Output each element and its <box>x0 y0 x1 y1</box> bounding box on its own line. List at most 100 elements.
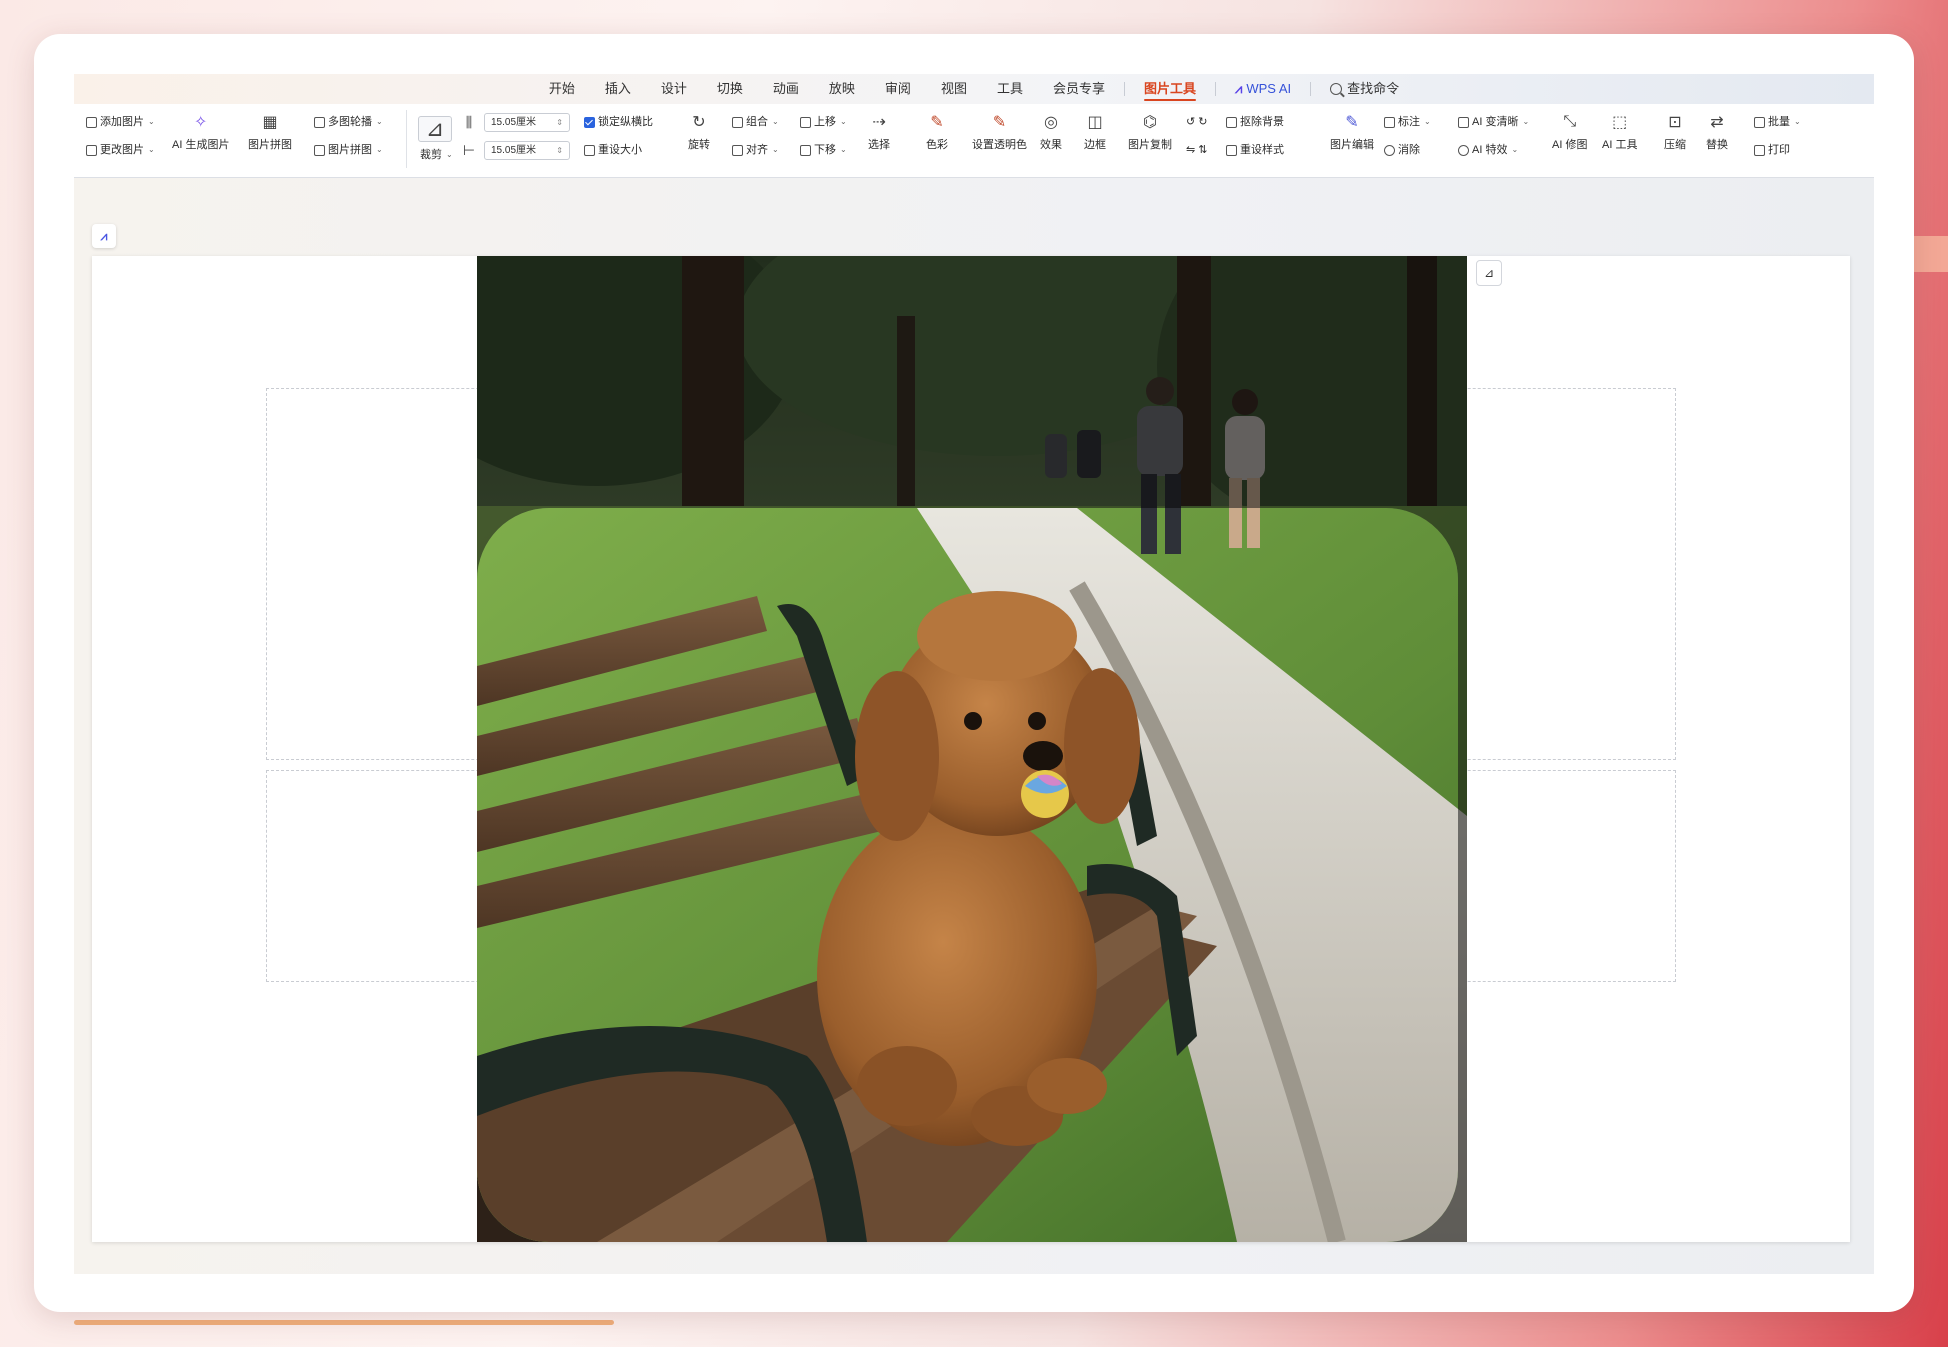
slide[interactable]: ⊿ <box>92 256 1850 1242</box>
spinner-icon[interactable]: ⇕ <box>556 142 563 159</box>
effects-label: 效果 <box>1040 139 1062 151</box>
print-button[interactable]: 打印 <box>1754 141 1790 159</box>
tab-review[interactable]: 审阅 <box>870 74 926 104</box>
tab-design[interactable]: 设计 <box>646 74 702 104</box>
replace-icon: ⇄ <box>1710 114 1724 131</box>
crop-kept-region[interactable] <box>477 508 1458 1242</box>
tab-wps-ai[interactable]: ⩘ WPS AI <box>1220 74 1306 104</box>
move-down-label: 下移 <box>814 144 836 156</box>
picture-collage-button[interactable]: ▦ 图片拼图 <box>248 112 292 152</box>
carousel-label: 多图轮播 <box>328 116 372 128</box>
tab-home[interactable]: 开始 <box>534 74 590 104</box>
reset-style-button[interactable]: 重设样式 <box>1226 141 1284 159</box>
combine-button[interactable]: 组合 ⌄ <box>732 113 779 131</box>
ai-sparkle-icon: ✧ <box>194 114 208 131</box>
selected-picture-crop-mode[interactable] <box>477 256 1467 1242</box>
eraser-button[interactable]: 消除 <box>1384 141 1420 159</box>
picture-order-button[interactable]: 图片拼图 ⌄ <box>314 141 383 159</box>
tab-animation[interactable]: 动画 <box>758 74 814 104</box>
ai-generate-picture-button[interactable]: ✧ AI 生成图片 <box>172 112 229 152</box>
set-transparent-button[interactable]: ✎ 设置透明色 <box>972 112 1027 152</box>
move-up-label: 上移 <box>814 116 836 128</box>
lock-ratio-checkbox[interactable]: 锁定纵横比 <box>584 113 653 131</box>
rotate-button[interactable]: ↻ 旋转 <box>688 112 710 152</box>
matting-button[interactable]: 抠除背景 <box>1226 113 1284 131</box>
chevron-down-icon: ⌄ <box>840 145 847 154</box>
crop-label: 裁剪 <box>420 149 442 161</box>
color-button[interactable]: ✎ 色彩 <box>926 112 948 152</box>
width-input[interactable]: 15.05厘米 ⇕ <box>484 141 570 160</box>
tab-insert[interactable]: 插入 <box>590 74 646 104</box>
height-value: 15.05厘米 <box>491 117 537 128</box>
picture-order-icon <box>314 144 325 156</box>
crop-button[interactable]: ⊿ <box>418 116 452 142</box>
spinner-icon[interactable]: ⇕ <box>556 114 563 131</box>
height-input[interactable]: 15.05厘米 ⇕ <box>484 113 570 132</box>
ai-effects-button[interactable]: AI 特效 ⌄ <box>1458 141 1518 159</box>
ai-generate-picture-label: AI 生成图片 <box>172 139 230 151</box>
width-icon: ⊢ <box>462 141 476 158</box>
flip-vertical-icon: ⇅ <box>1198 144 1208 156</box>
crop-dropdown[interactable]: 裁剪 ⌄ <box>420 146 453 164</box>
eraser-icon <box>1384 144 1395 156</box>
batch-icon <box>1754 116 1765 128</box>
border-icon: ◫ <box>1087 114 1103 131</box>
select-pane-label: 选择 <box>868 139 890 151</box>
chevron-down-icon: ⌄ <box>1424 117 1431 126</box>
carousel-icon <box>314 116 325 128</box>
add-picture-button[interactable]: 添加图片 ⌄ <box>86 113 155 131</box>
select-icon: ⇢ <box>872 114 886 131</box>
tab-wps-ai-label: WPS AI <box>1246 81 1292 96</box>
replace-picture-button[interactable]: 更改图片 ⌄ <box>86 141 155 159</box>
crop-icon: ⊿ <box>425 116 445 141</box>
move-down-button[interactable]: 下移 ⌄ <box>800 141 847 159</box>
batch-button[interactable]: 批量 ⌄ <box>1754 113 1801 131</box>
wps-ai-icon: ⩘ <box>100 228 108 243</box>
command-search[interactable]: 查找命令 <box>1315 74 1414 104</box>
tab-picture-tools[interactable]: 图片工具 <box>1129 74 1211 104</box>
multi-picture-carousel-button[interactable]: 多图轮播 ⌄ <box>314 113 383 131</box>
ai-tools-button[interactable]: ⬚ AI 工具 <box>1602 112 1637 152</box>
rotate-left-button[interactable]: ↺ ↻ <box>1186 113 1207 131</box>
ai-tools-icon: ⬚ <box>1612 114 1628 131</box>
select-pane-button[interactable]: ⇢ 选择 <box>868 112 890 152</box>
ai-effects-label: AI 特效 <box>1472 144 1508 156</box>
collage-icon: ▦ <box>262 114 278 131</box>
effects-icon: ◎ <box>1044 114 1058 131</box>
wps-presentation-app: 开始 插入 设计 切换 动画 放映 审阅 视图 工具 会员专享 图片工具 ⩘ W… <box>74 74 1874 1274</box>
annotation-label: 标注 <box>1398 116 1420 128</box>
picture-edit-label: 图片编辑 <box>1330 139 1374 151</box>
effects-button[interactable]: ◎ 效果 <box>1040 112 1062 152</box>
matting-icon <box>1226 116 1237 128</box>
align-button[interactable]: 对齐 ⌄ <box>732 141 779 159</box>
tab-transition[interactable]: 切换 <box>702 74 758 104</box>
ai-enhance-button[interactable]: AI 变清晰 ⌄ <box>1458 113 1529 131</box>
wps-ai-icon: ⩘ <box>1235 81 1243 96</box>
annotation-button[interactable]: 标注 ⌄ <box>1384 113 1431 131</box>
rotate-label: 旋转 <box>688 139 710 151</box>
chevron-down-icon: ⌄ <box>772 117 779 126</box>
tab-divider <box>1310 82 1312 96</box>
compress-button[interactable]: ⊡ 压缩 <box>1664 112 1686 152</box>
replace-button[interactable]: ⇄ 替换 <box>1706 112 1728 152</box>
chevron-down-icon: ⌄ <box>772 145 779 154</box>
picture-edit-button[interactable]: ✎ 图片编辑 <box>1330 112 1374 152</box>
flip-button[interactable]: ⇋ ⇅ <box>1186 141 1207 159</box>
background-accent-stripe <box>74 1320 614 1325</box>
tab-view[interactable]: 视图 <box>926 74 982 104</box>
poodle-on-bench-photo <box>477 508 1458 1242</box>
border-button[interactable]: ◫ 边框 <box>1084 112 1106 152</box>
move-down-icon <box>800 144 811 156</box>
picture-reset-button[interactable]: ⌬ 图片复制 <box>1128 112 1172 152</box>
ai-fix-button[interactable]: ⤡ AI 修图 <box>1552 112 1587 152</box>
combine-icon <box>732 116 743 128</box>
crop-tool-button[interactable]: ⊿ <box>1476 260 1502 286</box>
move-up-button[interactable]: 上移 ⌄ <box>800 113 847 131</box>
picture-reset-label: 图片复制 <box>1128 139 1172 151</box>
wps-ai-float-button[interactable]: ⩘ <box>92 224 116 248</box>
tab-tools[interactable]: 工具 <box>982 74 1038 104</box>
tab-member[interactable]: 会员专享 <box>1038 74 1120 104</box>
ai-effects-icon <box>1458 144 1469 156</box>
reset-size-button[interactable]: 重设大小 <box>584 141 642 159</box>
tab-slideshow[interactable]: 放映 <box>814 74 870 104</box>
